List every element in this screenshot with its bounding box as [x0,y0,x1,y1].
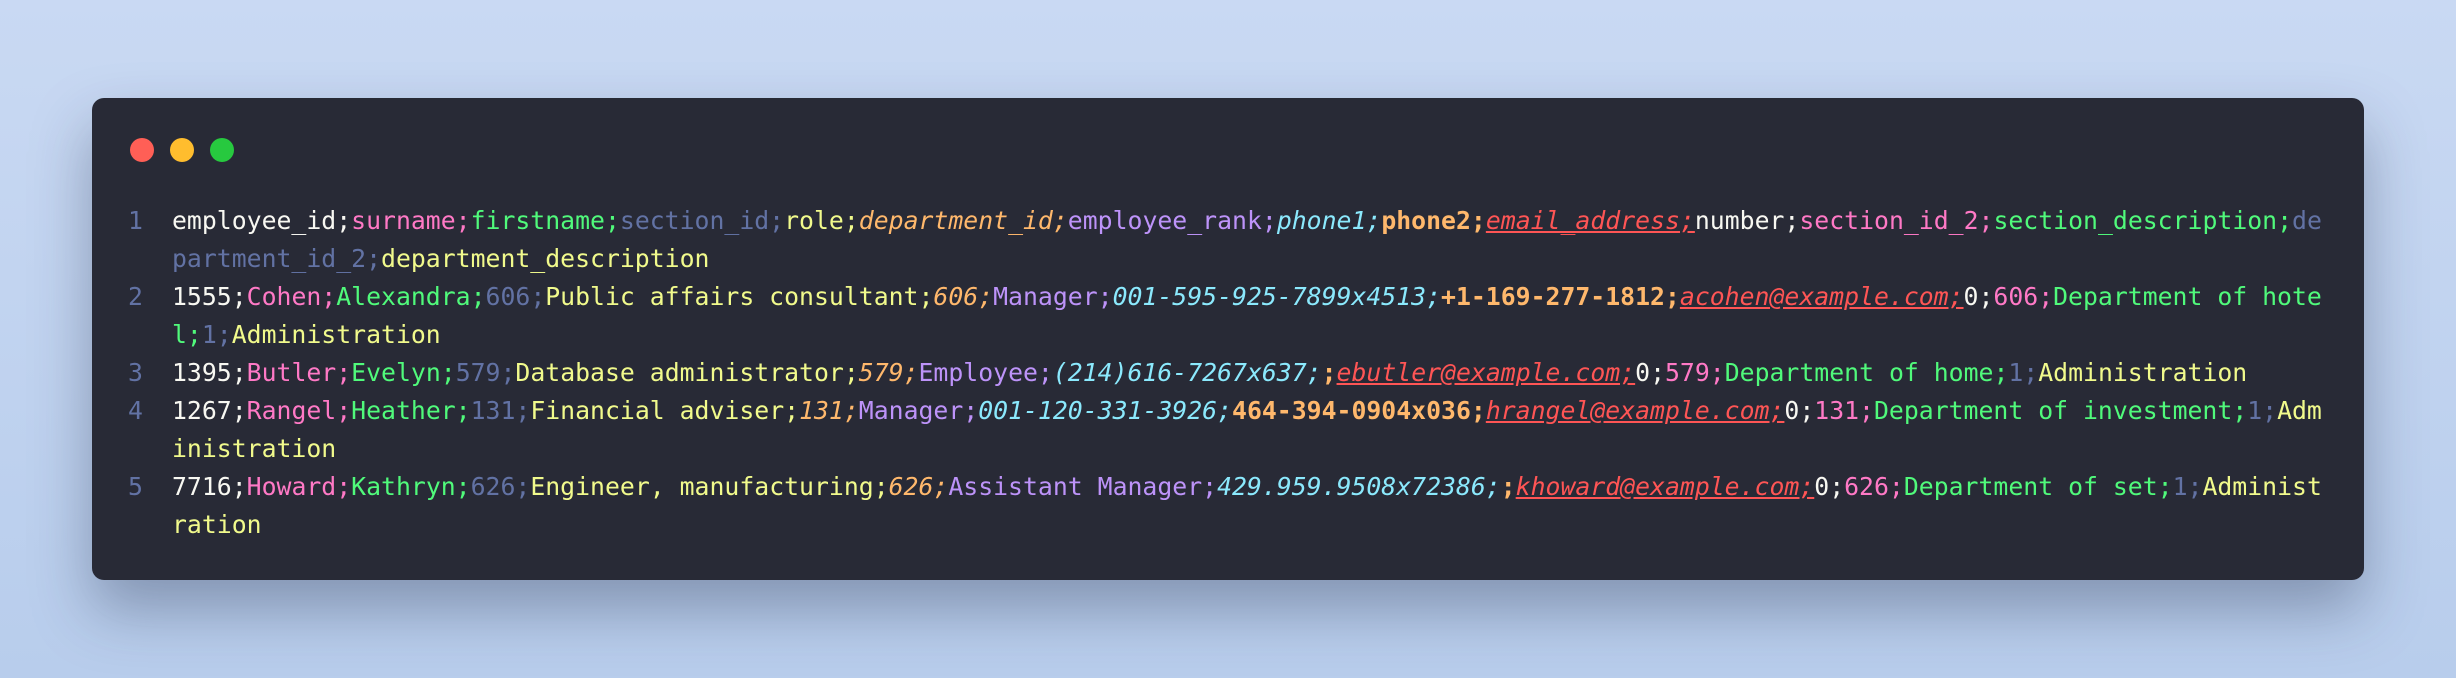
window-controls [130,138,234,162]
csv-field: Financial adviser; [530,396,800,425]
csv-field: Employee; [918,358,1053,387]
csv-field: Administration [231,320,441,349]
csv-field: 0; [1963,282,1994,311]
csv-field: 579; [858,358,919,387]
csv-field: department_id; [858,206,1068,235]
csv-field: (214)616-7267x637; [1052,358,1322,387]
csv-field: Evelyn; [351,358,456,387]
csv-field: surname; [351,206,471,235]
csv-field: 1267; [172,396,247,425]
csv-field: Alexandra; [336,282,486,311]
code-line: 4 1267;Rangel;Heather;131;Financial advi… [128,392,2328,468]
csv-field: 7716; [172,472,247,501]
code-window: 1 employee_id;surname;firstname;section_… [92,98,2364,580]
csv-field: ebutler@example.com; [1336,358,1636,387]
csv-field: Database administrator; [515,358,859,387]
csv-field: 0; [1784,396,1815,425]
maximize-button[interactable] [210,138,234,162]
csv-field: Department of home; [1724,358,2009,387]
csv-field: 626; [1844,472,1904,501]
csv-field: section_id_2; [1799,206,1994,235]
csv-field: 1; [2247,396,2278,425]
csv-field: number; [1694,206,1800,235]
csv-field: employee_rank; [1067,206,1277,235]
csv-field: 001-120-331-3926; [978,396,1233,425]
csv-field: 1; [2172,472,2203,501]
csv-field: 626; [470,472,531,501]
csv-field: Department of investment; [1873,396,2248,425]
csv-field: 131; [799,396,859,425]
csv-field: ; [1321,358,1337,387]
csv-field: 579; [455,358,516,387]
csv-field: Public affairs consultant; [545,282,934,311]
csv-field: 0; [1635,358,1665,387]
csv-field: 131; [1814,396,1874,425]
csv-field: 0; [1814,472,1845,501]
line-number: 5 [128,472,143,501]
csv-field: 429.959.9508x72386; [1217,472,1501,501]
csv-field: section_description; [1993,206,2293,235]
csv-field: 606; [1993,282,2054,311]
csv-field: Manager; [858,396,979,425]
csv-field: 1555; [172,282,247,311]
csv-field: 1; [201,320,232,349]
csv-field: employee_id; [172,206,352,235]
csv-field: role; [784,206,859,235]
csv-code-block: 1 employee_id;surname;firstname;section_… [128,202,2328,544]
csv-field: Cohen; [246,282,337,311]
csv-field: section_id; [619,206,785,235]
minimize-button[interactable] [170,138,194,162]
csv-field: 626; [888,472,949,501]
csv-field: khoward@example.com; [1515,472,1815,501]
csv-field: hrangel@example.com; [1485,396,1785,425]
csv-field: firstname; [470,206,620,235]
csv-field: Howard; [246,472,352,501]
csv-field: 606; [485,282,546,311]
csv-field: 001-595-925-7899x4513; [1112,282,1442,311]
code-line: 3 1395;Butler;Evelyn;579;Database admini… [128,354,2328,392]
csv-field: 1395; [172,358,247,387]
csv-field: 606; [933,282,994,311]
line-content: 1395;Butler;Evelyn;579;Database administ… [172,354,2322,392]
line-number: 4 [128,396,143,425]
code-line: 2 1555;Cohen;Alexandra;606;Public affair… [128,278,2328,354]
csv-field: 131; [470,396,531,425]
csv-field: Department of set; [1903,472,2173,501]
csv-field: Kathryn; [351,472,471,501]
code-line: 1 employee_id;surname;firstname;section_… [128,202,2328,278]
csv-field: Engineer, manufacturing; [530,472,889,501]
csv-field: department_description [381,244,710,273]
csv-field: Administration [2038,358,2248,387]
line-content: 1555;Cohen;Alexandra;606;Public affairs … [172,278,2322,354]
line-content: 1267;Rangel;Heather;131;Financial advise… [172,392,2322,468]
line-content: employee_id;surname;firstname;section_id… [172,202,2322,278]
close-button[interactable] [130,138,154,162]
csv-field: Heather; [351,396,471,425]
csv-field: phone2; [1381,206,1486,235]
csv-field: Butler; [246,358,352,387]
csv-field: Manager; [993,282,1113,311]
csv-field: +1-169-277-1812; [1441,282,1680,311]
line-number: 2 [128,282,143,311]
csv-field: acohen@example.com; [1679,282,1964,311]
csv-field: phone1; [1276,206,1382,235]
csv-field: Assistant Manager; [948,472,1218,501]
line-number: 1 [128,206,143,235]
line-number: 3 [128,358,143,387]
csv-field: email_address; [1485,206,1695,235]
csv-field: ; [1500,472,1516,501]
csv-field: 1; [2008,358,2039,387]
line-content: 7716;Howard;Kathryn;626;Engineer, manufa… [172,468,2322,544]
csv-field: Rangel; [246,396,352,425]
code-line: 5 7716;Howard;Kathryn;626;Engineer, manu… [128,468,2328,544]
csv-field: 579; [1665,358,1725,387]
csv-field: 464-394-0904x036; [1232,396,1486,425]
